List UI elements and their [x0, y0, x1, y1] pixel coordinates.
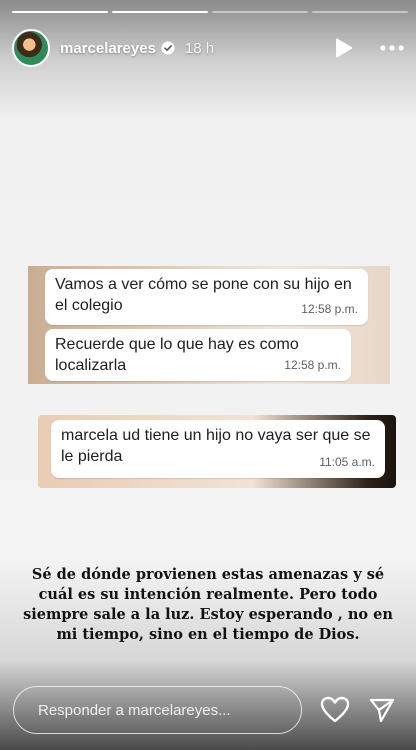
chat-bubble: Recuerde que lo que hay es como localiza… [45, 329, 351, 381]
more-icon [380, 45, 404, 51]
more-options-button[interactable] [380, 36, 404, 60]
play-button[interactable] [332, 36, 356, 60]
verified-badge-icon [161, 41, 175, 55]
reply-input[interactable] [13, 686, 302, 734]
message-time: 11:05 a.m. [319, 455, 375, 469]
heart-icon [320, 696, 350, 723]
send-button[interactable] [368, 696, 396, 724]
progress-segment [212, 11, 308, 13]
chat-bubble: marcela ud tiene un hijo no vaya ser que… [51, 420, 385, 478]
story-progress [12, 11, 408, 13]
story-header: marcelareyes 18 h [12, 28, 404, 68]
like-button[interactable] [320, 696, 350, 724]
story-caption: Sé de dónde provienen estas amenazas y s… [23, 566, 393, 643]
progress-segment [312, 11, 408, 13]
progress-segment [112, 11, 208, 13]
chat-screenshot-1: Vamos a ver cómo se pone con su hijo en … [28, 266, 390, 384]
chat-bubble: Vamos a ver cómo se pone con su hijo en … [45, 269, 368, 325]
message-time: 12:58 p.m. [284, 358, 341, 372]
chat-screenshot-2: marcela ud tiene un hijo no vaya ser que… [38, 415, 396, 488]
progress-segment [12, 11, 108, 13]
avatar[interactable] [12, 29, 50, 67]
message-time: 12:58 p.m. [301, 302, 358, 316]
username[interactable]: marcelareyes [60, 40, 156, 57]
send-icon [369, 698, 395, 723]
post-time: 18 h [184, 39, 215, 57]
play-icon [336, 38, 352, 58]
